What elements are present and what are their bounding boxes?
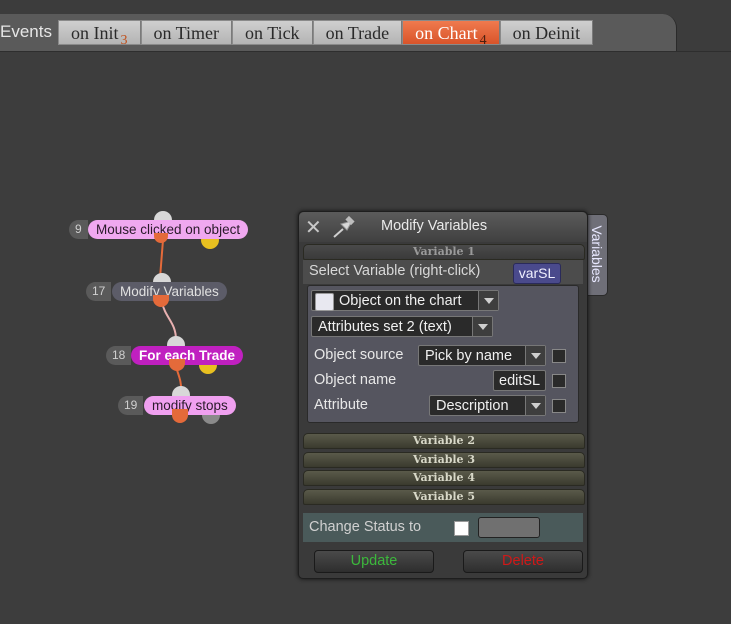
chart-object-icon xyxy=(315,293,334,311)
variable-1-settings: Object on the chart Attributes set 2 (te… xyxy=(307,285,579,423)
attribute-value: Description xyxy=(436,398,509,414)
panel-header[interactable]: ✕ Modify Variables xyxy=(299,212,587,242)
selected-variable-badge[interactable]: varSL xyxy=(513,263,561,284)
node-number: 17 xyxy=(86,282,112,301)
node-label: Modify Variables xyxy=(112,282,227,301)
node-label: For each Trade xyxy=(131,346,244,365)
modify-variables-panel: ✕ Modify Variables Variable 1 Select Var… xyxy=(298,211,588,579)
variables-side-tab[interactable]: Variables xyxy=(586,214,608,296)
variable-1-header[interactable]: Variable 1 xyxy=(303,244,585,260)
object-name-value: editSL xyxy=(499,373,541,389)
wire-17-18 xyxy=(161,301,177,341)
node-label: modify stops xyxy=(144,396,236,415)
status-input[interactable] xyxy=(478,517,540,538)
variable-2-header[interactable]: Variable 2 xyxy=(303,433,585,449)
object-source-dropdown[interactable]: Pick by name xyxy=(418,345,546,366)
attribute-checkbox[interactable] xyxy=(552,399,566,413)
object-name-label: Object name xyxy=(314,372,397,388)
object-type-value: Object on the chart xyxy=(339,293,462,309)
node-number: 18 xyxy=(106,346,132,365)
select-variable-row[interactable]: Select Variable (right-click) varSL xyxy=(303,260,583,284)
change-status-label: Change Status to xyxy=(309,519,422,535)
panel-title: Modify Variables xyxy=(381,218,488,234)
variable-3-header[interactable]: Variable 3 xyxy=(303,452,585,468)
change-status-row: Change Status to xyxy=(303,513,583,542)
close-icon[interactable]: ✕ xyxy=(305,217,323,237)
object-type-dropdown[interactable]: Object on the chart xyxy=(311,290,499,311)
node-label: Mouse clicked on object xyxy=(88,220,249,239)
attribute-dropdown[interactable]: Description xyxy=(429,395,546,416)
attribute-label: Attribute xyxy=(314,397,368,413)
object-source-label: Object source xyxy=(314,347,404,363)
object-source-checkbox[interactable] xyxy=(552,349,566,363)
variable-5-header[interactable]: Variable 5 xyxy=(303,489,585,505)
chevron-down-icon xyxy=(472,317,492,336)
side-tab-label: Variables xyxy=(589,225,605,283)
update-button[interactable]: Update xyxy=(314,550,434,573)
chevron-down-icon xyxy=(525,396,545,415)
chevron-down-icon xyxy=(478,291,498,310)
variable-4-header[interactable]: Variable 4 xyxy=(303,470,585,486)
change-status-checkbox[interactable] xyxy=(454,521,469,536)
delete-button[interactable]: Delete xyxy=(463,550,583,573)
attributes-set-dropdown[interactable]: Attributes set 2 (text) xyxy=(311,316,493,337)
pin-icon[interactable] xyxy=(331,216,357,240)
node-number: 19 xyxy=(118,396,144,415)
attributes-set-value: Attributes set 2 (text) xyxy=(318,319,452,335)
object-source-value: Pick by name xyxy=(425,348,513,364)
object-name-field[interactable]: editSL xyxy=(493,370,546,391)
node-number: 9 xyxy=(69,220,88,239)
chevron-down-icon xyxy=(525,346,545,365)
object-name-checkbox[interactable] xyxy=(552,374,566,388)
select-variable-label: Select Variable (right-click) xyxy=(309,263,481,279)
